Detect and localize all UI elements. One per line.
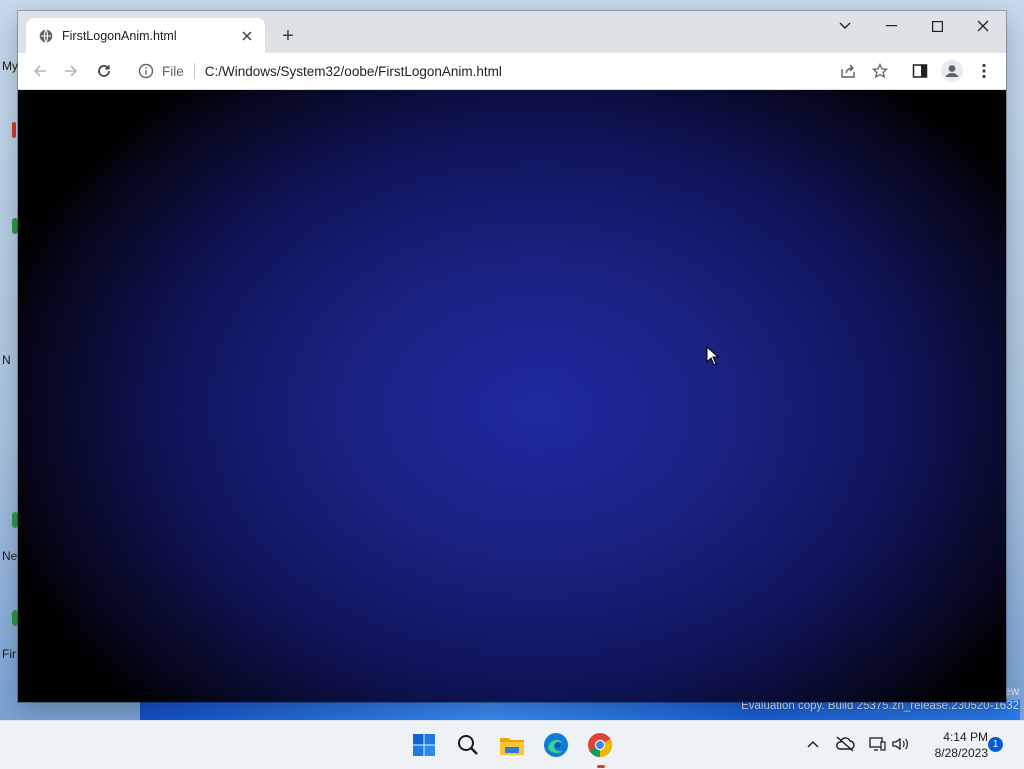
edge-icon[interactable] [540, 729, 572, 761]
side-panel-icon[interactable] [908, 59, 932, 83]
clock-date: 8/28/2023 [934, 746, 988, 760]
network-icon[interactable] [866, 733, 888, 755]
desktop-icon-label[interactable]: Fir [2, 647, 18, 661]
tab-title: FirstLogonAnim.html [62, 28, 177, 43]
taskbar: 4:14 PM 8/28/2023 1 [0, 720, 1024, 769]
browser-window: FirstLogonAnim.html + File C:/Windows/Sy… [18, 11, 1006, 702]
desktop-icon-label[interactable]: Ne [2, 549, 18, 563]
watermark-edge-text: ew [1004, 686, 1019, 698]
forward-arrow-icon[interactable] [59, 59, 83, 83]
info-icon[interactable] [138, 63, 154, 79]
computer-icon[interactable] [12, 122, 16, 138]
notification-badge[interactable]: 1 [988, 737, 1003, 752]
share-icon[interactable] [836, 59, 860, 83]
volume-icon[interactable] [889, 733, 911, 755]
address-bar[interactable]: File C:/Windows/System32/oobe/FirstLogon… [128, 56, 943, 86]
minimize-icon[interactable] [868, 11, 914, 41]
maximize-icon[interactable] [914, 11, 960, 41]
desktop-icons: My N Ne Fir [0, 0, 18, 720]
close-window-icon[interactable] [960, 11, 1006, 41]
reload-icon[interactable] [92, 59, 116, 83]
scheme-chip: File [162, 63, 184, 79]
mouse-cursor-icon [706, 345, 720, 366]
close-tab-icon[interactable] [237, 26, 257, 46]
bookmark-star-icon[interactable] [868, 59, 892, 83]
profile-avatar-icon[interactable] [940, 59, 964, 83]
desktop-icon-label[interactable]: My [2, 59, 18, 73]
new-tab-button[interactable]: + [276, 25, 300, 47]
file-explorer-icon[interactable] [496, 729, 528, 761]
page-content-animation [18, 90, 1006, 702]
cloud-offline-icon[interactable] [834, 733, 856, 755]
start-icon[interactable] [408, 729, 440, 761]
desktop-icon-label[interactable]: N [2, 353, 18, 367]
chevron-up-icon[interactable] [802, 733, 824, 755]
chip-divider [193, 63, 195, 79]
search-icon[interactable] [452, 729, 484, 761]
url-text[interactable]: C:/Windows/System32/oobe/FirstLogonAnim.… [205, 64, 502, 79]
title-bar[interactable]: FirstLogonAnim.html + [18, 11, 1006, 53]
tab-first-logon-anim[interactable]: FirstLogonAnim.html [26, 18, 265, 53]
more-menu-icon[interactable] [972, 59, 996, 83]
globe-icon [39, 29, 53, 43]
tab-search-chevron-icon[interactable] [822, 11, 868, 41]
clock[interactable]: 4:14 PM 8/28/2023 [918, 729, 988, 761]
browser-toolbar: File C:/Windows/System32/oobe/FirstLogon… [18, 53, 1006, 90]
chrome-icon[interactable] [584, 729, 616, 761]
clock-time: 4:14 PM [943, 730, 988, 744]
back-arrow-icon[interactable] [28, 59, 52, 83]
